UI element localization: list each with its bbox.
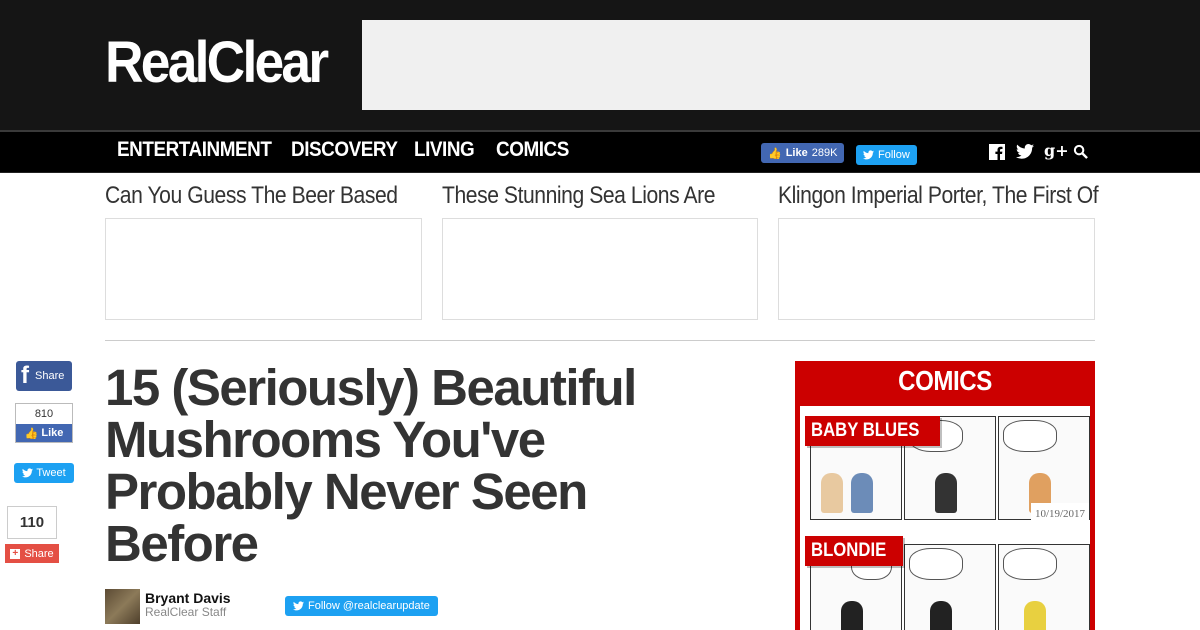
teaser-image-2[interactable] [442, 218, 758, 320]
facebook-share-label: Share [35, 370, 65, 382]
comic-date: 10/19/2017 [1031, 503, 1089, 525]
share-label: Share [24, 547, 54, 560]
plus-icon: + [10, 548, 21, 559]
facebook-icon[interactable] [989, 144, 1005, 165]
twitter-bird-icon [293, 601, 304, 611]
share-button[interactable]: + Share [5, 544, 59, 563]
twitter-bird-icon [22, 468, 34, 478]
comic-figure [930, 601, 952, 630]
facebook-like-button[interactable]: 👍 Like 289K [761, 143, 845, 163]
author-role: RealClear Staff [145, 605, 227, 619]
main-nav: ENTERTAINMENT DISCOVERY LIVING COMICS 👍 … [0, 130, 1200, 173]
thumbs-up-icon: 👍 [768, 147, 782, 160]
article-title: 15 (Seriously) Beautiful Mushrooms You'v… [105, 359, 637, 572]
twitter-bird-icon [863, 150, 874, 160]
twitter-follow-button[interactable]: Follow [856, 145, 917, 165]
facebook-share-button[interactable]: f Share [16, 361, 72, 391]
comics-list: BABY BLUES 10/19/2017 BLONDIE [800, 406, 1090, 630]
like-label: Like [41, 427, 64, 439]
comics-widget: COMICS BABY BLUES 10/19/2017 BLONDIE [795, 361, 1095, 630]
like-count: 810 [34, 408, 54, 420]
teaser-title-3[interactable]: Klingon Imperial Porter, The First Of [778, 182, 1099, 210]
facebook-f-icon: f [21, 362, 29, 389]
site-logo[interactable]: RealClear [105, 32, 329, 94]
nav-entertainment[interactable]: ENTERTAINMENT [117, 138, 272, 162]
share-count: 110 [7, 506, 57, 539]
comic-figure [1024, 601, 1046, 630]
comics-title[interactable]: COMICS [816, 365, 1074, 397]
teaser-title-1[interactable]: Can You Guess The Beer Based [105, 182, 398, 210]
twitter-icon[interactable] [1016, 144, 1034, 164]
facebook-like-count: 289K [811, 147, 838, 159]
speech-bubble [1003, 420, 1057, 452]
ad-banner [362, 20, 1090, 110]
twitter-follow-author-button[interactable]: Follow @realclearupdate [285, 596, 438, 616]
thumbs-up-icon: 👍 [24, 427, 39, 440]
author-name[interactable]: Bryant Davis [145, 590, 231, 606]
comic-figure [821, 473, 843, 513]
comic-label-baby-blues[interactable]: BABY BLUES [805, 416, 941, 446]
facebook-like-box: 810 👍 Like [15, 403, 73, 443]
comic-figure [841, 601, 863, 630]
section-divider [105, 340, 1095, 341]
nav-comics[interactable]: COMICS [496, 138, 569, 162]
facebook-like-label: Like [785, 147, 808, 159]
tweet-label: Tweet [36, 467, 66, 479]
comic-panel [998, 544, 1090, 630]
twitter-follow-label: Follow [878, 149, 910, 161]
tweet-button[interactable]: Tweet [14, 463, 74, 483]
comic-panel [904, 544, 996, 630]
comic-figure [935, 473, 957, 513]
teaser-image-3[interactable] [778, 218, 1095, 320]
facebook-like-small-button[interactable]: 👍 Like [16, 424, 72, 442]
nav-living[interactable]: LIVING [414, 138, 475, 162]
teaser-title-2[interactable]: These Stunning Sea Lions Are [442, 182, 715, 210]
speech-bubble [909, 548, 963, 580]
comic-label-blondie[interactable]: BLONDIE [805, 536, 903, 566]
comic-figure [851, 473, 873, 513]
search-icon[interactable] [1073, 144, 1088, 164]
nav-discovery[interactable]: DISCOVERY [291, 138, 398, 162]
author-avatar[interactable] [105, 589, 140, 624]
site-header: RealClear [0, 0, 1200, 130]
teaser-image-1[interactable] [105, 218, 422, 320]
speech-bubble [1003, 548, 1057, 580]
google-plus-icon[interactable]: g+ [1044, 142, 1069, 160]
follow-label: Follow @realclearupdate [308, 600, 430, 612]
